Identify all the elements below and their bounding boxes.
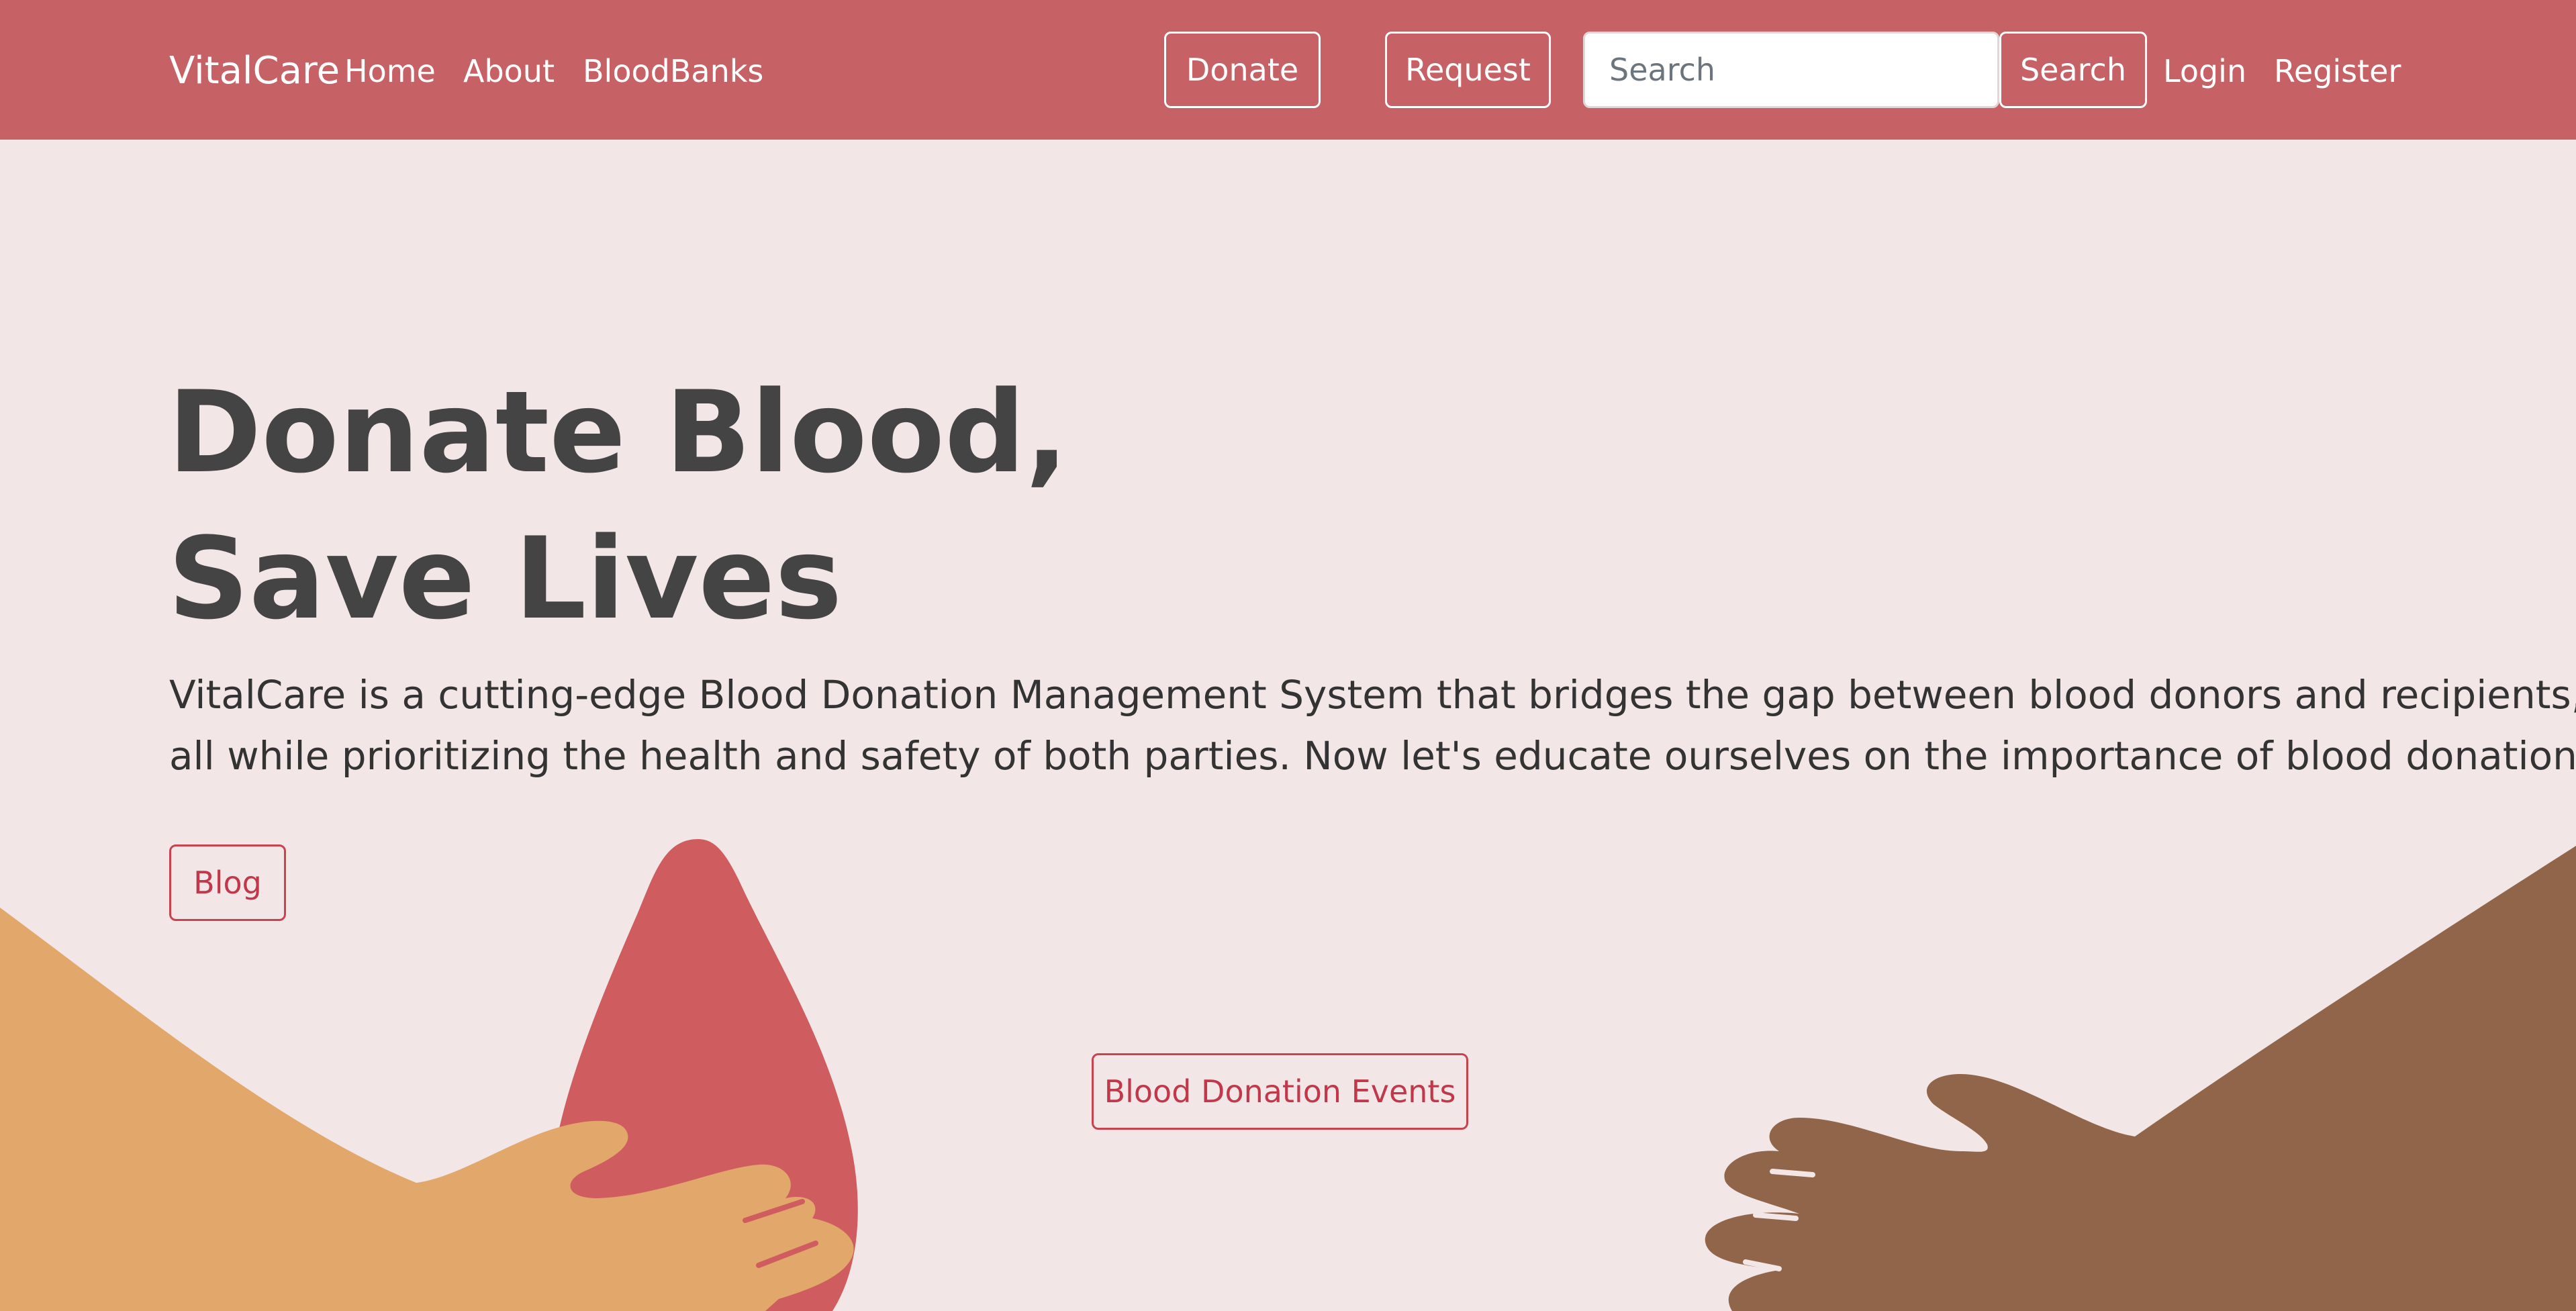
hero-title-line-2: Save Lives <box>168 513 843 644</box>
right-hand-icon <box>1705 846 2576 1311</box>
blood-donation-events-button[interactable]: Blood Donation Events <box>1092 1053 1468 1130</box>
nav-link-home[interactable]: Home <box>344 51 436 91</box>
hero-title-line-1: Donate Blood, <box>168 367 1069 498</box>
search-button[interactable]: Search <box>1999 32 2147 108</box>
nav-link-bloodbanks[interactable]: BloodBanks <box>583 51 763 91</box>
nav-link-about[interactable]: About <box>463 51 555 91</box>
search-input[interactable] <box>1583 32 1999 108</box>
donate-button[interactable]: Donate <box>1164 32 1321 108</box>
brand-logo[interactable]: VitalCare <box>169 48 340 94</box>
hero-description-line-1: VitalCare is a cutting-edge Blood Donati… <box>169 672 2576 718</box>
hero-description-line-2: all while prioritizing the health and sa… <box>169 733 2576 779</box>
request-button[interactable]: Request <box>1385 32 1551 108</box>
hero-description: VitalCare is a cutting-edge Blood Donati… <box>169 665 2576 787</box>
login-link[interactable]: Login <box>2163 51 2246 91</box>
hero-title: Donate Blood, Save Lives <box>168 359 1068 652</box>
blog-button[interactable]: Blog <box>169 844 286 921</box>
navbar: VitalCare Home About BloodBanks Donate R… <box>0 0 2576 140</box>
register-link[interactable]: Register <box>2274 51 2401 91</box>
